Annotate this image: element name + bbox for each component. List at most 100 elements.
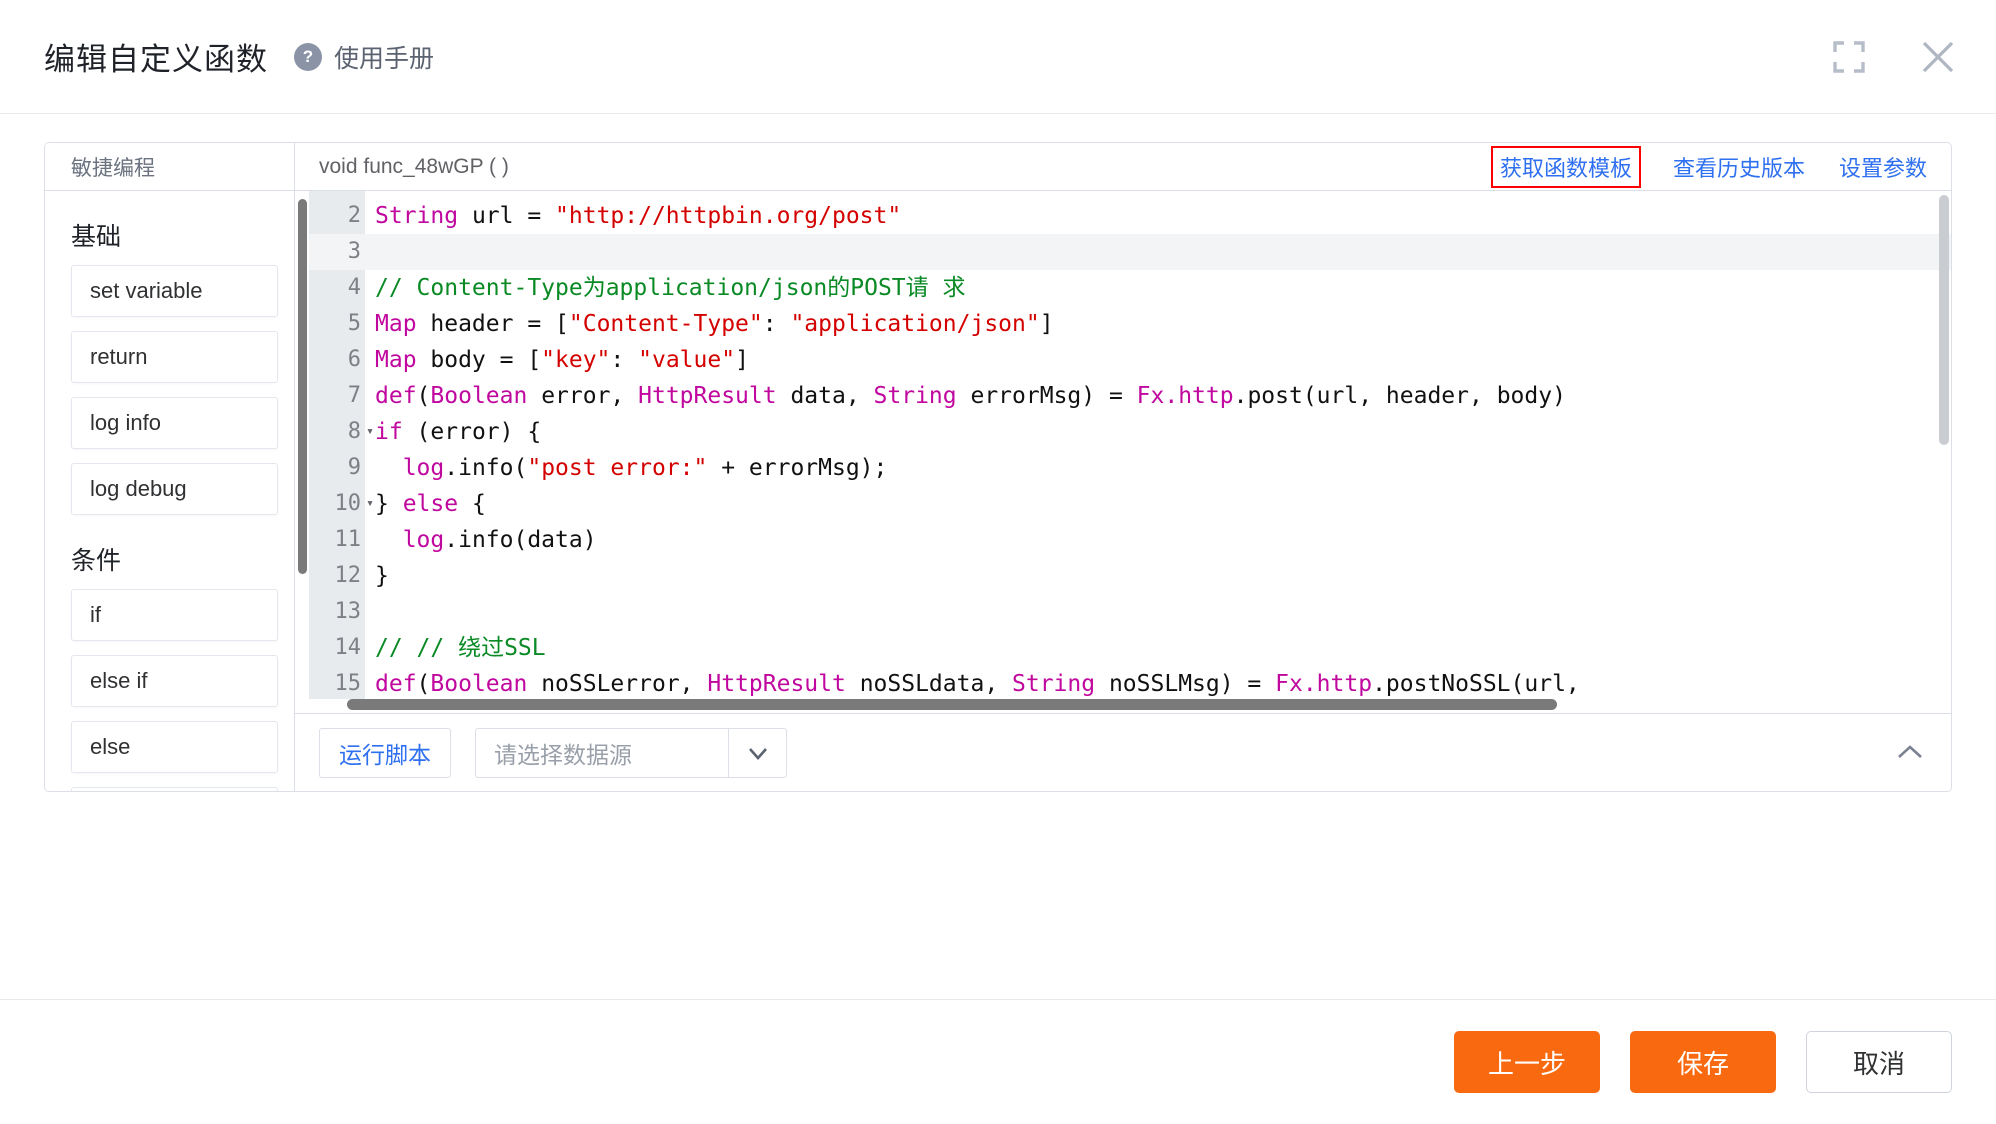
blocks-sidebar: 敏捷编程 基础 set variable return log info log… bbox=[45, 143, 295, 791]
code-token-pln: data, bbox=[776, 383, 874, 409]
line-number: 7 bbox=[347, 383, 361, 408]
code-token-kw: Boolean bbox=[430, 671, 528, 697]
sidebar-tab-agile-programming[interactable]: 敏捷编程 bbox=[45, 143, 294, 191]
code-token-pln: noSSLMsg) = bbox=[1095, 671, 1276, 697]
code-token-pln: noSSLdata, bbox=[845, 671, 1013, 697]
editor-minimap-scrollbar[interactable] bbox=[295, 191, 309, 713]
set-parameters-link[interactable]: 设置参数 bbox=[1839, 151, 1927, 183]
code-token-pln: + errorMsg); bbox=[707, 455, 888, 481]
code-token-pln: body = [ bbox=[416, 347, 542, 373]
question-mark-icon[interactable]: ? bbox=[294, 42, 322, 71]
code-token-kw: Fx.http bbox=[1136, 383, 1234, 409]
help-manual-label[interactable]: 使用手册 bbox=[334, 39, 434, 75]
code-token-pln: } bbox=[375, 563, 389, 589]
datasource-placeholder: 请选择数据源 bbox=[494, 741, 632, 768]
code-token-pln: .post(url, header, body) bbox=[1233, 383, 1566, 409]
block-else[interactable]: else bbox=[71, 721, 278, 773]
get-function-template-link[interactable]: 获取函数模板 bbox=[1490, 145, 1641, 188]
code-line[interactable]: String url = "http://httpbin.org/post" bbox=[375, 198, 1951, 234]
editor-header: void func_48wGP ( ) 获取函数模板 查看历史版本 设置参数 bbox=[295, 143, 1951, 191]
code-vertical-scrollbar[interactable] bbox=[1939, 195, 1949, 445]
page-title: 编辑自定义函数 bbox=[44, 42, 268, 77]
sidebar-section-title-basic: 基础 bbox=[71, 223, 122, 251]
code-token-str: "http://httpbin.org/post" bbox=[555, 203, 902, 229]
code-horizontal-scroll-thumb[interactable] bbox=[347, 699, 1557, 710]
code-token-cmt: // // 绕过SSL bbox=[375, 635, 546, 661]
line-number: 11 bbox=[334, 527, 362, 552]
code-token-kw: String bbox=[873, 383, 957, 409]
code-line[interactable]: log.info("post error:" + errorMsg); bbox=[375, 450, 1951, 486]
line-number: 8 ▾ bbox=[309, 414, 374, 450]
code-token-pln: .info( bbox=[444, 455, 528, 481]
save-button[interactable]: 保存 bbox=[1630, 1031, 1776, 1093]
sidebar-section-title-condition: 条件 bbox=[71, 547, 122, 575]
code-token-cmt: // Content-Type为application/json的POST请 求 bbox=[375, 275, 966, 301]
code-line[interactable]: def(Boolean error, HttpResult data, Stri… bbox=[375, 378, 1951, 414]
line-number: 10 ▾ bbox=[309, 486, 375, 522]
code-token-kw: HttpResult bbox=[707, 671, 846, 697]
line-number: 6 bbox=[347, 347, 361, 372]
code-token-pln: .info(data) bbox=[444, 527, 597, 553]
code-text-area[interactable]: String url = "http://httpbin.org/post" /… bbox=[365, 191, 1951, 713]
view-history-version-link[interactable]: 查看历史版本 bbox=[1673, 151, 1805, 183]
line-number: 13 bbox=[334, 599, 362, 624]
code-token-str: "value" bbox=[638, 347, 736, 373]
block-log-debug[interactable]: log debug bbox=[71, 463, 278, 515]
code-token-str: "Content-Type" bbox=[568, 311, 763, 337]
run-script-button[interactable]: 运行脚本 bbox=[319, 727, 451, 778]
code-token-kw: String bbox=[375, 203, 459, 229]
code-token-kw: Fx.http bbox=[1275, 671, 1373, 697]
code-editor-column: void func_48wGP ( ) 获取函数模板 查看历史版本 设置参数 2… bbox=[295, 143, 1951, 791]
code-token-pln: ] bbox=[735, 347, 749, 373]
minimap-scroll-thumb[interactable] bbox=[298, 199, 307, 574]
code-line[interactable] bbox=[365, 234, 1951, 270]
block-set-variable[interactable]: set variable bbox=[71, 265, 278, 317]
line-number: 9 bbox=[347, 455, 361, 480]
block-switch[interactable]: switch bbox=[71, 787, 278, 791]
block-else-if[interactable]: else if bbox=[71, 655, 278, 707]
previous-step-button[interactable]: 上一步 bbox=[1454, 1031, 1600, 1093]
code-line[interactable]: def(Boolean noSSLerror, HttpResult noSSL… bbox=[375, 666, 1951, 702]
code-token-pln: url = bbox=[458, 203, 556, 229]
code-line[interactable]: log.info(data) bbox=[375, 522, 1951, 558]
code-line[interactable] bbox=[375, 594, 1951, 630]
line-number: 3 bbox=[309, 234, 365, 270]
fullscreen-icon[interactable] bbox=[1832, 40, 1866, 74]
code-token-kw: Map bbox=[375, 311, 417, 337]
code-token-pln: { bbox=[458, 491, 486, 517]
block-log-info[interactable]: log info bbox=[71, 397, 278, 449]
cancel-button[interactable]: 取消 bbox=[1806, 1031, 1952, 1093]
code-line[interactable]: // // 绕过SSL bbox=[375, 630, 1951, 666]
line-number: 12 bbox=[334, 563, 362, 588]
chevron-down-icon[interactable] bbox=[728, 728, 786, 777]
code-line[interactable]: Map header = ["Content-Type": "applicati… bbox=[375, 306, 1951, 342]
block-return[interactable]: return bbox=[71, 331, 278, 383]
chevron-up-icon[interactable] bbox=[1893, 736, 1927, 770]
code-token-pln: header = [ bbox=[416, 311, 569, 337]
dialog-header: 编辑自定义函数 ? 使用手册 bbox=[0, 0, 1996, 114]
code-line[interactable]: // Content-Type为application/json的POST请 求 bbox=[375, 270, 1951, 306]
code-horizontal-scrollbar[interactable] bbox=[295, 699, 1951, 713]
code-token-pln: errorMsg) = bbox=[956, 383, 1137, 409]
code-line[interactable]: Map body = ["key": "value"] bbox=[375, 342, 1951, 378]
code-token-pln: ( bbox=[416, 383, 431, 409]
code-pane[interactable]: 2345678▾910▾111213141516▾1718▾ String ur… bbox=[295, 191, 1951, 713]
code-line[interactable]: } else { bbox=[375, 486, 1951, 522]
block-if[interactable]: if bbox=[71, 589, 278, 641]
code-token-pln: ( bbox=[416, 671, 431, 697]
code-token-pln: noSSLerror, bbox=[527, 671, 708, 697]
code-token-pln: (error) { bbox=[402, 419, 542, 445]
line-number: 5 bbox=[347, 311, 361, 336]
code-token-kw: log bbox=[402, 527, 445, 553]
code-line[interactable]: } bbox=[375, 558, 1951, 594]
datasource-select[interactable]: 请选择数据源 bbox=[475, 727, 787, 778]
help-manual-link[interactable]: ? 使用手册 bbox=[294, 39, 434, 75]
code-token-str: "key" bbox=[541, 347, 611, 373]
code-token-str: "post error:" bbox=[527, 455, 708, 481]
code-line[interactable]: if (error) { bbox=[375, 414, 1951, 450]
code-token-kw: def bbox=[375, 671, 417, 697]
editor-header-links: 获取函数模板 查看历史版本 设置参数 bbox=[1490, 145, 1927, 188]
function-signature: void func_48wGP ( ) bbox=[319, 154, 509, 178]
code-token-kw: if bbox=[375, 419, 403, 445]
close-icon[interactable] bbox=[1918, 37, 1958, 77]
